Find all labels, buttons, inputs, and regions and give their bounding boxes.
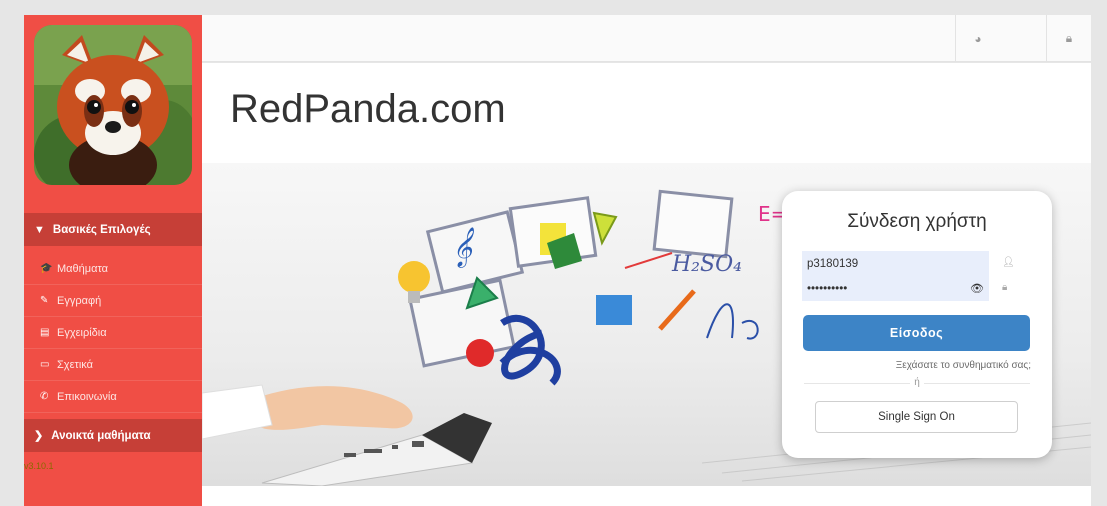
sidebar-item-label: Εγγραφή — [57, 294, 102, 307]
nav-section-main[interactable]: ▼ Βασικές Επιλογές — [24, 213, 202, 246]
site-title: RedPanda.com — [230, 87, 506, 131]
sidebar-item-register[interactable]: ✎ Εγγραφή — [24, 285, 202, 317]
sidebar: ▼ Βασικές Επιλογές 🎓 Μαθήματα ✎ Εγγραφή … — [24, 15, 202, 506]
phone-icon: ✆ — [40, 391, 49, 402]
eye-icon[interactable]: 👁︎ — [970, 282, 984, 295]
login-submit-button[interactable]: Είσοδος — [803, 315, 1030, 351]
header: RedPanda.com — [202, 63, 1091, 163]
lock-icon: 🔒︎ — [1065, 31, 1073, 45]
login-title: Σύνδεση χρήστη — [847, 211, 987, 232]
red-panda-logo — [34, 25, 192, 185]
nav-section-open-courses[interactable]: ❯ Ανοικτά μαθήματα — [24, 419, 202, 452]
content-area — [202, 486, 1091, 506]
version-label: v3.10.1 — [24, 461, 54, 471]
sidebar-item-label: Μαθήματα — [57, 262, 109, 275]
login-button[interactable]: 🔒︎ — [1046, 15, 1091, 62]
sidebar-item-contact[interactable]: ✆ Επικοινωνία — [24, 381, 202, 413]
svg-text:H₂SO₄: H₂SO₄ — [671, 252, 742, 277]
forgot-password-link[interactable]: Ξεχάσατε το συνθηματικό σας; — [896, 360, 1031, 371]
globe-icon: ◕ — [974, 31, 982, 46]
user-icon: 👤︎ — [1002, 257, 1015, 268]
sidebar-item-courses[interactable]: 🎓 Μαθήματα — [24, 253, 202, 285]
username-field[interactable] — [802, 251, 989, 276]
card-icon: ▭ — [40, 359, 50, 370]
svg-text:𝄞: 𝄞 — [452, 227, 474, 268]
language-button[interactable]: ◕ — [955, 15, 1000, 62]
edit-icon: ✎ — [40, 295, 49, 306]
sidebar-item-label: Επικοινωνία — [57, 390, 117, 403]
sidebar-item-label: Εγχειρίδια — [57, 326, 107, 339]
nav-section-open-label: Ανοικτά μαθήματα — [51, 429, 151, 442]
top-bar: ◕ 🔒︎ — [202, 15, 1091, 62]
file-icon: ▤ — [40, 327, 50, 338]
sidebar-item-label: Σχετικά — [57, 358, 93, 371]
graduation-cap-icon: 🎓 — [40, 263, 53, 274]
lock-icon: 🔒︎ — [1002, 282, 1008, 293]
sidebar-item-manuals[interactable]: ▤ Εγχειρίδια — [24, 317, 202, 349]
sso-button[interactable]: Single Sign On — [815, 401, 1018, 433]
login-card: Σύνδεση χρήστη 👤︎ 👁︎ 🔒︎ Είσοδος Ξεχάσατε… — [782, 191, 1052, 458]
sidebar-item-about[interactable]: ▭ Σχετικά — [24, 349, 202, 381]
password-field[interactable] — [802, 276, 989, 301]
chevron-down-icon: ▼ — [34, 223, 45, 236]
chevron-right-icon: ❯ — [34, 430, 44, 442]
nav-section-main-label: Βασικές Επιλογές — [52, 223, 151, 236]
or-label: ή — [910, 377, 924, 388]
